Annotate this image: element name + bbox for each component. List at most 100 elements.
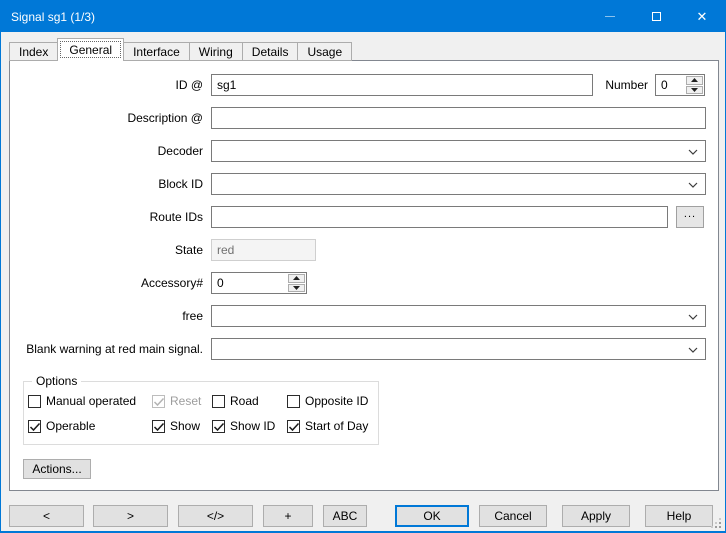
checkbox-icon (28, 420, 41, 433)
spin-down-button[interactable] (686, 86, 703, 95)
checkbox-icon (287, 395, 300, 408)
checkbox-icon (152, 420, 165, 433)
checkbox-show[interactable]: Show (152, 418, 212, 434)
help-button[interactable]: Help (645, 505, 713, 527)
tab-details[interactable]: Details (242, 42, 299, 61)
free-label: free (10, 305, 203, 327)
code-button-label: </> (207, 509, 224, 523)
decoder-combobox[interactable] (211, 140, 706, 162)
chevron-down-icon (688, 314, 698, 320)
spin-up-button[interactable] (288, 274, 305, 283)
checkbox-operable[interactable]: Operable (28, 418, 152, 434)
tab-usage-label: Usage (307, 45, 342, 59)
route-ids-input[interactable] (211, 206, 668, 228)
tab-usage[interactable]: Usage (297, 42, 352, 61)
tab-wiring-label: Wiring (199, 45, 233, 59)
next-button[interactable]: > (93, 505, 168, 527)
prev-button-label: < (43, 509, 50, 523)
add-button-label: + (284, 509, 291, 523)
accessory-spin-buttons (288, 274, 305, 292)
checkbox-icon (152, 395, 165, 408)
tab-strip: Index General Interface Wiring Details U… (9, 38, 351, 61)
maximize-icon (652, 12, 661, 21)
ok-button[interactable]: OK (395, 505, 469, 527)
accessory-value: 0 (217, 273, 224, 293)
id-input[interactable] (211, 74, 593, 96)
tab-details-label: Details (252, 45, 289, 59)
decoder-label: Decoder (10, 140, 203, 162)
cancel-button[interactable]: Cancel (479, 505, 547, 527)
close-button[interactable]: ✕ (679, 1, 725, 32)
checkbox-label: Start of Day (305, 419, 368, 433)
checkbox-label: Manual operated (46, 394, 136, 408)
arrow-up-icon (293, 276, 300, 280)
checkbox-icon (28, 395, 41, 408)
options-group-title: Options (32, 374, 81, 388)
resize-grip[interactable] (711, 518, 722, 529)
options-groupbox: Options Manual operated Reset Road Oppos… (23, 381, 379, 445)
minimize-button[interactable] (587, 1, 633, 32)
chevron-down-icon (688, 149, 698, 155)
block-id-combobox[interactable] (211, 173, 706, 195)
free-combobox[interactable] (211, 305, 706, 327)
focus-rect (60, 41, 121, 58)
accessory-spinner[interactable]: 0 (211, 272, 307, 294)
spin-up-button[interactable] (686, 76, 703, 85)
options-row-2: Operable Show Show ID Start of Day (28, 418, 376, 434)
actions-button-label: Actions... (32, 462, 81, 476)
checkmark-icon (213, 422, 225, 432)
block-id-label: Block ID (10, 173, 203, 195)
checkbox-icon (212, 395, 225, 408)
close-icon: ✕ (697, 10, 708, 23)
state-label: State (10, 239, 203, 261)
abc-button[interactable]: ABC (323, 505, 367, 527)
checkbox-show-id[interactable]: Show ID (212, 418, 287, 434)
ellipsis-icon: ... (684, 210, 696, 218)
arrow-down-icon (691, 88, 698, 92)
checkmark-icon (153, 397, 165, 407)
checkbox-icon (212, 420, 225, 433)
tab-index[interactable]: Index (9, 42, 58, 61)
checkbox-manual-operated[interactable]: Manual operated (28, 393, 152, 409)
tab-wiring[interactable]: Wiring (189, 42, 243, 61)
tab-interface-label: Interface (133, 45, 180, 59)
add-button[interactable]: + (263, 505, 313, 527)
general-tab-panel: ID @ Number 0 Description @ Decoder (9, 60, 719, 491)
checkmark-icon (288, 422, 300, 432)
id-label: ID @ (10, 74, 203, 96)
spin-down-button[interactable] (288, 284, 305, 293)
arrow-down-icon (293, 286, 300, 290)
tab-interface[interactable]: Interface (123, 42, 190, 61)
checkmark-icon (153, 422, 165, 432)
accessory-label: Accessory# (10, 272, 203, 294)
description-input[interactable] (211, 107, 706, 129)
state-input (211, 239, 316, 261)
tab-index-label: Index (19, 45, 48, 59)
route-ids-browse-button[interactable]: ... (676, 206, 704, 228)
description-label: Description @ (10, 107, 203, 129)
apply-button[interactable]: Apply (562, 505, 630, 527)
signal-dialog-window: Signal sg1 (1/3) ✕ Index General Interfa… (0, 0, 726, 533)
prev-button[interactable]: < (9, 505, 84, 527)
code-button[interactable]: </> (178, 505, 253, 527)
checkbox-reset: Reset (152, 393, 212, 409)
actions-button[interactable]: Actions... (23, 459, 91, 479)
apply-button-label: Apply (581, 509, 611, 523)
checkbox-opposite-id[interactable]: Opposite ID (287, 393, 368, 409)
title-bar[interactable]: Signal sg1 (1/3) ✕ (1, 1, 725, 32)
abc-button-label: ABC (333, 509, 358, 523)
tab-general[interactable]: General (57, 38, 124, 61)
maximize-button[interactable] (633, 1, 679, 32)
help-button-label: Help (667, 509, 692, 523)
number-spinner[interactable]: 0 (655, 74, 705, 96)
checkbox-road[interactable]: Road (212, 393, 287, 409)
next-button-label: > (127, 509, 134, 523)
checkbox-icon (287, 420, 300, 433)
minimize-icon (605, 16, 615, 17)
checkmark-icon (29, 422, 41, 432)
chevron-down-icon (688, 347, 698, 353)
options-row-1: Manual operated Reset Road Opposite ID (28, 393, 376, 409)
blank-warning-combobox[interactable] (211, 338, 706, 360)
checkbox-start-of-day[interactable]: Start of Day (287, 418, 368, 434)
window-title: Signal sg1 (1/3) (1, 10, 95, 24)
